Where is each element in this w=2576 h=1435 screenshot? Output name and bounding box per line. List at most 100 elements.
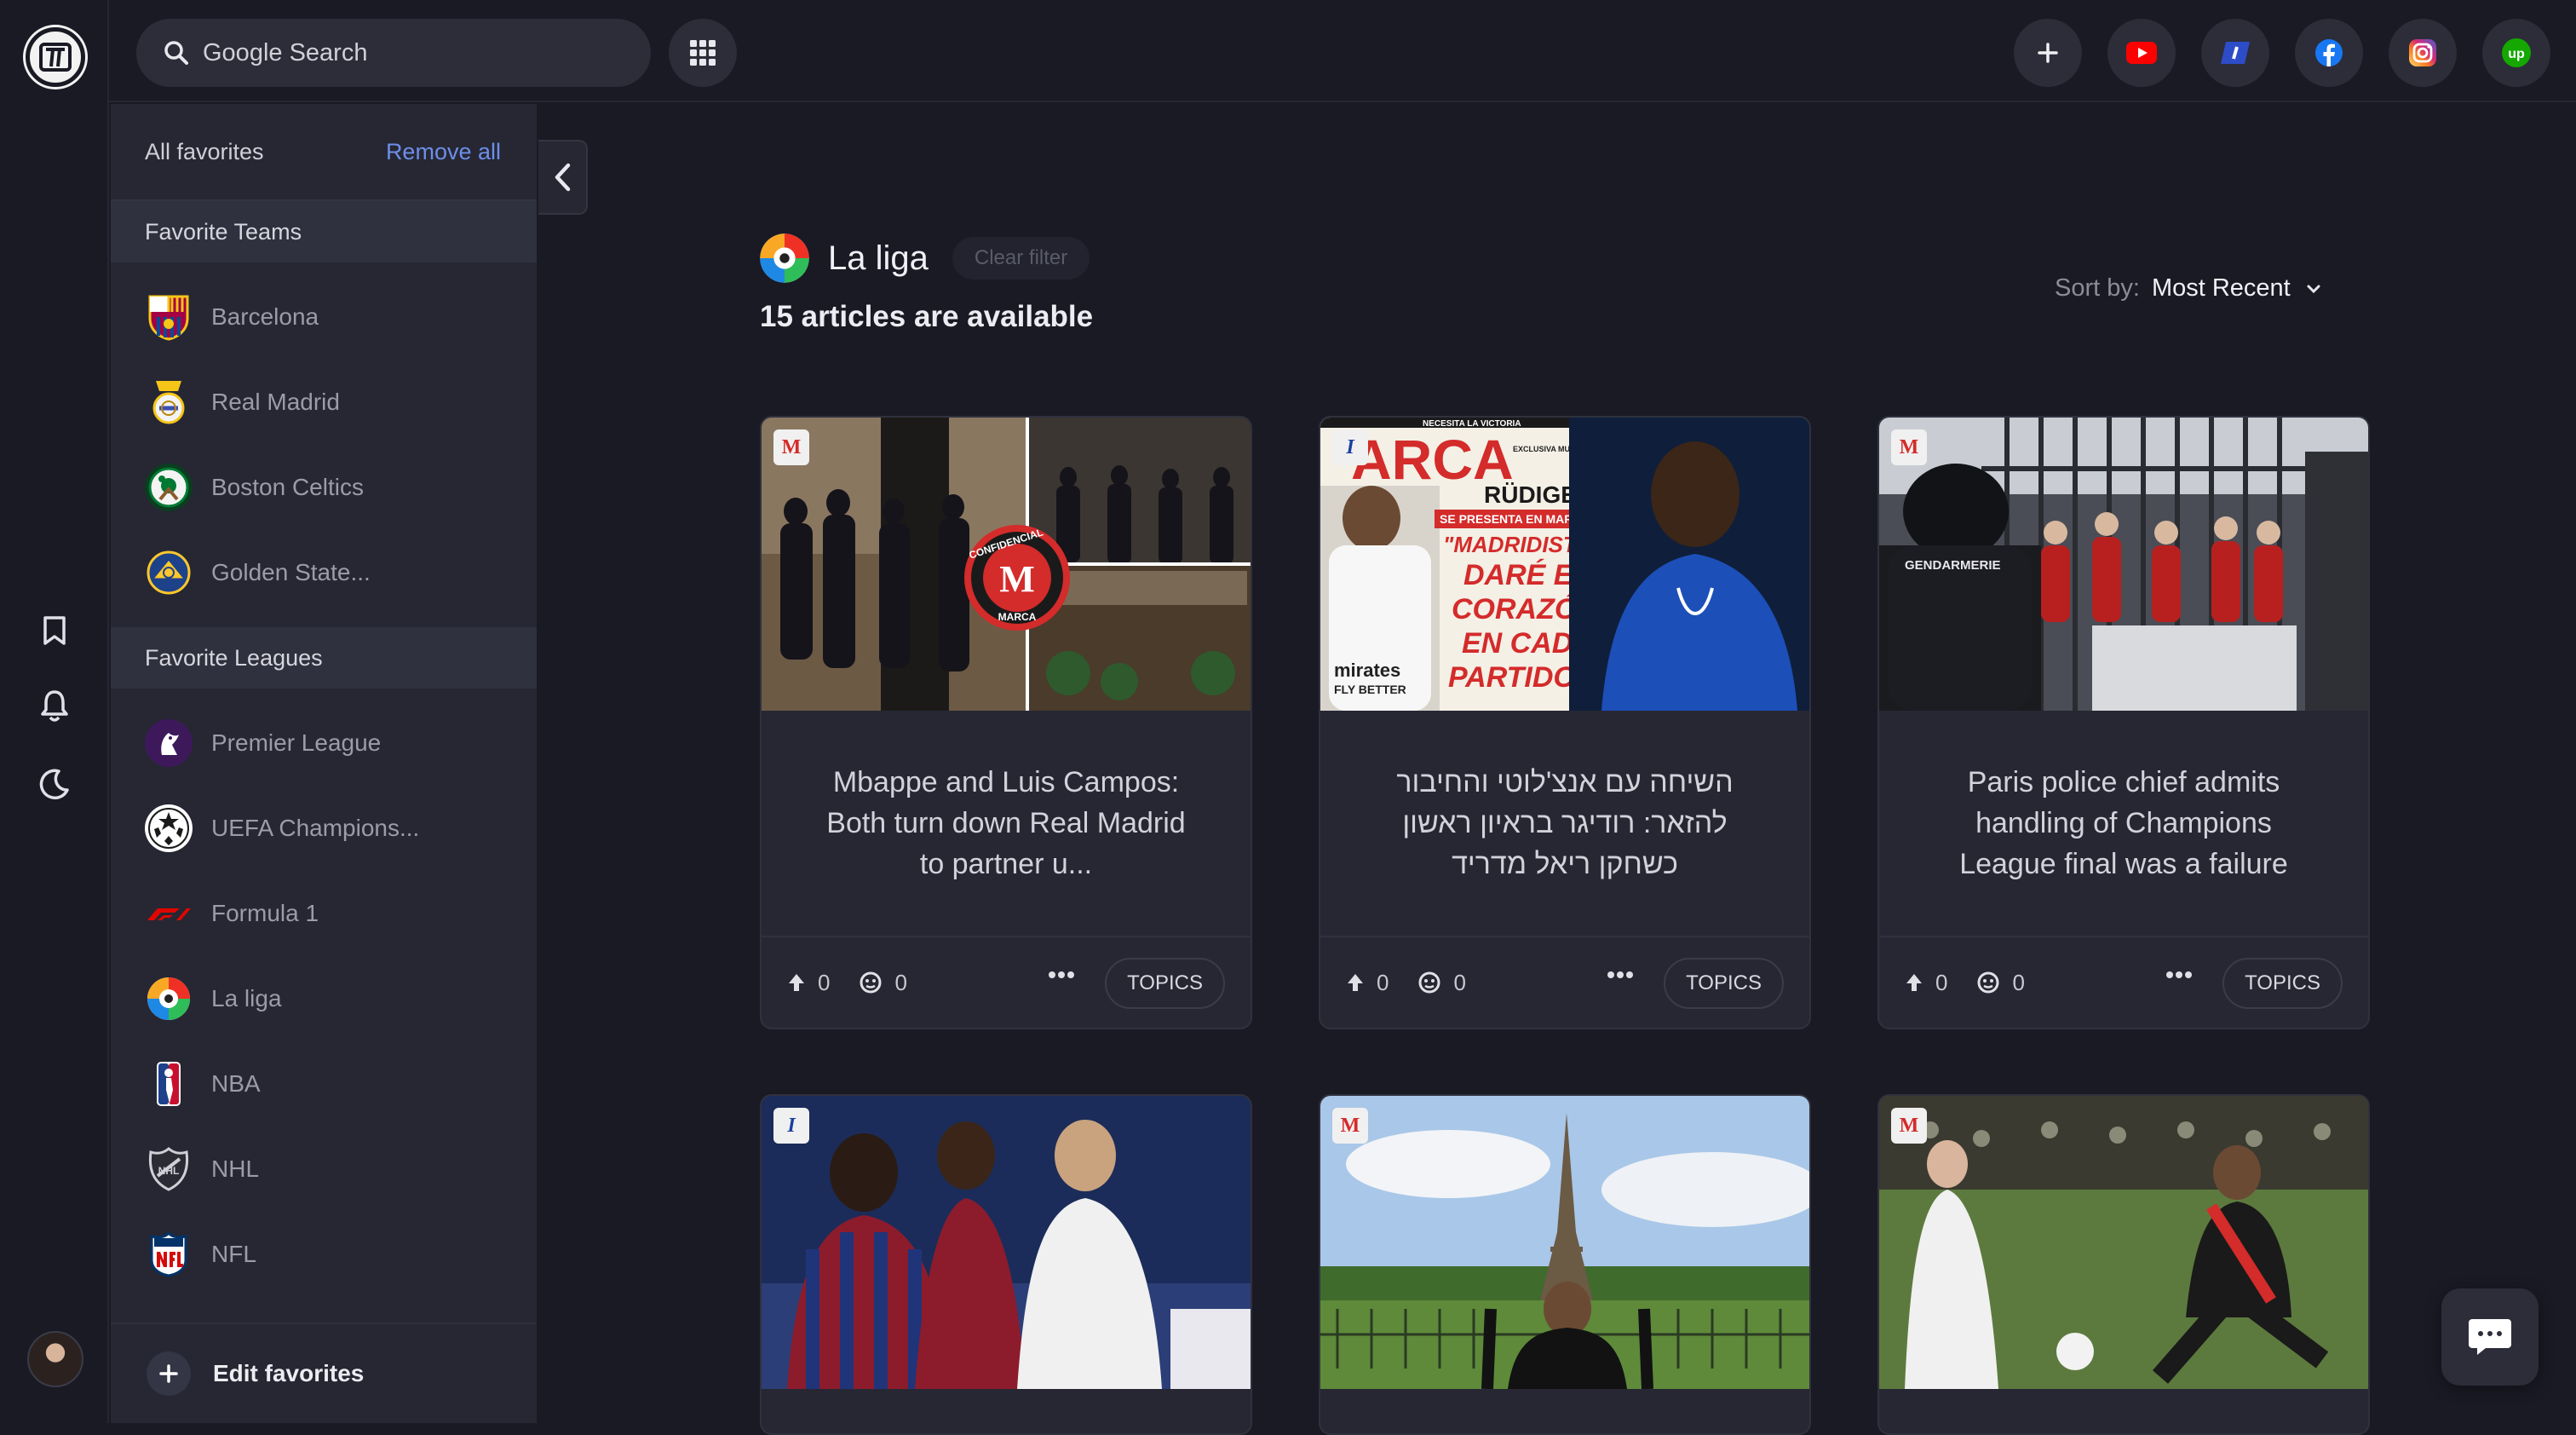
topics-button[interactable]: TOPICS [1664, 958, 1784, 1009]
article-image[interactable]: I [762, 1096, 1251, 1389]
marca-badge: M [1891, 429, 1927, 465]
favorite-league-la-liga[interactable]: La liga [111, 956, 537, 1041]
upvote-count: 0 [818, 969, 831, 995]
article-card: M CONFIDENCIAL MARCA M Mbappe and Luis C… [760, 416, 1252, 1029]
upvote-count: 0 [1377, 969, 1389, 995]
favorite-league-label: NFL [211, 1241, 256, 1267]
upwork-label: up [2508, 47, 2525, 61]
comment-button[interactable]: 0 [1417, 969, 1466, 996]
real-madrid-crest-icon [145, 378, 193, 426]
search-input[interactable] [203, 38, 612, 67]
boston-celtics-logo-icon [145, 464, 193, 511]
bookmark-icon[interactable] [36, 612, 73, 649]
article-image[interactable]: NECESITA LA VICTORIA ARCA EXCLUSIVA MUND… [1320, 418, 1809, 711]
uefa-champions-logo-icon [145, 804, 193, 852]
ellipsis-icon [2166, 971, 2192, 978]
favorite-team-golden-state[interactable]: Golden State... [111, 530, 537, 615]
apps-grid-button[interactable] [669, 19, 737, 87]
sort-dropdown[interactable]: Sort by: Most Recent [2055, 274, 2321, 303]
favorite-team-boston-celtics[interactable]: Boston Celtics [111, 445, 537, 530]
i-app-icon [2221, 42, 2250, 64]
article-image[interactable]: M [1879, 1096, 2368, 1389]
upvote-count: 0 [1935, 969, 1948, 995]
comment-icon [860, 971, 882, 994]
bell-icon[interactable] [36, 687, 73, 724]
arrow-up-icon [789, 974, 804, 991]
favorite-league-nfl[interactable]: NFL [111, 1212, 537, 1297]
favorite-team-label: Barcelona [211, 303, 319, 330]
youtube-shortcut-button[interactable] [2107, 19, 2176, 87]
filter-title: La liga [828, 239, 929, 277]
more-options-button[interactable] [1048, 968, 1075, 983]
upwork-icon: up [2502, 38, 2531, 67]
favorite-league-label: NHL [211, 1155, 260, 1182]
ellipsis-icon [1607, 971, 1633, 978]
article-card: NECESITA LA VICTORIA ARCA EXCLUSIVA MUND… [1319, 416, 1811, 1029]
favorite-league-premier-league[interactable]: Premier League [111, 700, 537, 786]
favorite-league-formula-1[interactable]: Formula 1 [111, 871, 537, 956]
topics-button[interactable]: TOPICS [1105, 958, 1225, 1009]
chevron-left-icon [555, 163, 571, 192]
nhl-logo-icon: NHL [145, 1145, 193, 1193]
i-badge: I [1332, 429, 1368, 465]
favorite-team-real-madrid[interactable]: Real Madrid [111, 360, 537, 445]
upvote-button[interactable]: 0 [1905, 970, 1947, 996]
article-card: M [1319, 1094, 1811, 1435]
marca-badge: M [773, 429, 809, 465]
comment-button[interactable]: 0 [859, 970, 907, 996]
add-shortcut-button[interactable] [2014, 19, 2082, 87]
favorite-league-uefa-champions[interactable]: UEFA Champions... [111, 786, 537, 871]
article-title[interactable]: Mbappe and Luis Campos: Both turn down R… [762, 711, 1251, 937]
stamp-line2: MARCA [998, 611, 1037, 623]
favorite-league-label: NBA [211, 1070, 261, 1097]
more-options-button[interactable] [1607, 968, 1634, 983]
remove-all-link[interactable]: Remove all [386, 139, 501, 165]
article-title[interactable]: Paris police chief admits handling of Ch… [1879, 711, 2368, 937]
upvote-button[interactable]: 0 [787, 970, 830, 996]
favorite-league-label: UEFA Champions... [211, 815, 420, 841]
favorite-leagues-heading: Favorite Leagues [111, 627, 537, 689]
la-liga-logo-icon [145, 975, 193, 1023]
more-options-button[interactable] [2165, 968, 2193, 983]
top-bar: up [109, 0, 2576, 102]
active-filter: La liga Clear filter [758, 232, 1090, 285]
article-card: M [1877, 1094, 2370, 1435]
cover-shirt-2: FLY BETTER [1334, 683, 1406, 696]
user-avatar[interactable] [27, 1331, 83, 1387]
app-logo[interactable] [26, 27, 85, 87]
topics-button[interactable]: TOPICS [2222, 958, 2343, 1009]
articles-count: 15 articles are available [760, 300, 1094, 333]
nfl-logo-icon [145, 1230, 193, 1278]
dark-mode-icon[interactable] [36, 765, 73, 803]
favorite-leagues-list: Premier League UEFA Champions... Formula… [111, 689, 537, 1297]
favorite-league-label: Premier League [211, 729, 382, 756]
upwork-shortcut-button[interactable]: up [2482, 19, 2550, 87]
favorite-league-nba[interactable]: NBA [111, 1041, 537, 1127]
edit-favorites-label: Edit favorites [213, 1360, 365, 1386]
facebook-shortcut-button[interactable] [2295, 19, 2363, 87]
clear-filter-button[interactable]: Clear filter [952, 237, 1090, 280]
upvote-button[interactable]: 0 [1346, 970, 1389, 996]
ellipsis-icon [1049, 971, 1074, 978]
chat-button[interactable] [2441, 1288, 2539, 1386]
arrow-up-icon [1906, 974, 1922, 991]
i-app-shortcut-button[interactable] [2201, 19, 2269, 87]
collapse-panel-button[interactable] [538, 140, 588, 215]
search-box[interactable] [136, 19, 651, 87]
article-image[interactable]: M CONFIDENCIAL MARCA M [762, 418, 1251, 711]
comment-count: 0 [1453, 969, 1466, 995]
favorite-team-barcelona[interactable]: Barcelona [111, 274, 537, 360]
instagram-shortcut-button[interactable] [2389, 19, 2457, 87]
barcelona-crest-icon [145, 293, 193, 341]
article-title[interactable]: השיחה עם אנצ'לוטי והחיבור להזאר: רודיגר … [1320, 711, 1809, 937]
favorite-league-label: Formula 1 [211, 900, 319, 926]
article-image[interactable]: GENDARMERIE M [1879, 418, 2368, 711]
vest-label: GENDARMERIE [1905, 558, 2001, 573]
article-card: GENDARMERIE M Paris police chief admits … [1877, 416, 2370, 1029]
favorite-league-nhl[interactable]: NHL NHL [111, 1127, 537, 1212]
comment-button[interactable]: 0 [1976, 970, 2025, 996]
edit-favorites-button[interactable]: Edit favorites [111, 1323, 537, 1423]
article-card: I [760, 1094, 1252, 1435]
chevron-down-icon [2307, 285, 2320, 293]
article-image[interactable]: M [1320, 1096, 1809, 1389]
